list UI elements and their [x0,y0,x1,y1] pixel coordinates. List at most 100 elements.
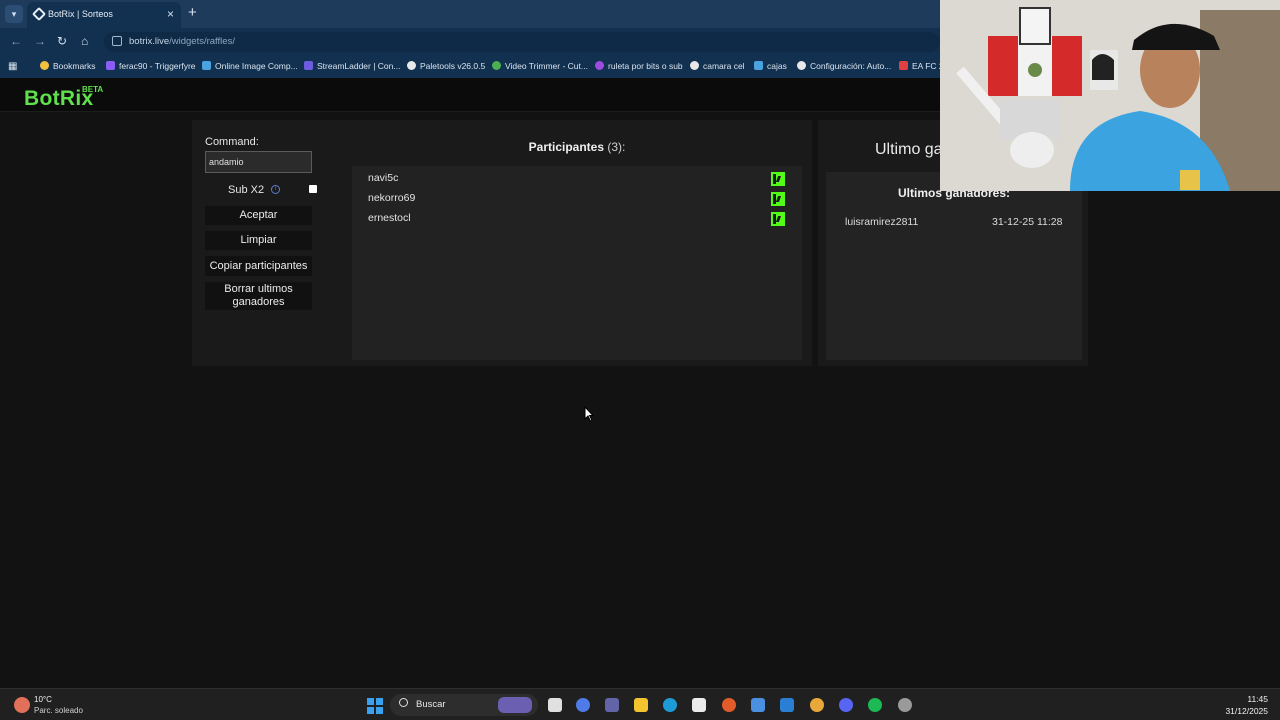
kick-icon [771,172,785,186]
bookmark-item[interactable]: Paletools v26.0.5 [407,61,485,71]
gear-icon [797,61,806,70]
webcam-overlay [940,0,1280,191]
copilot-icon[interactable] [576,698,590,712]
kick-icon [771,212,785,226]
mail-icon[interactable] [751,698,765,712]
video-icon [492,61,501,70]
delete-winners-button[interactable]: Borrar ultimos ganadores [205,282,312,310]
participant-name: nekorro69 [368,192,416,204]
globe-icon [407,61,416,70]
search-placeholder: Buscar [416,699,446,710]
taskbar-search[interactable]: Buscar [390,694,538,716]
site-info-icon[interactable] [112,36,122,46]
tab-close-icon[interactable]: × [167,7,174,21]
new-tab-button[interactable]: + [188,4,197,21]
store-icon[interactable] [692,698,706,712]
clock-date[interactable]: 31/12/2025 [1225,706,1268,716]
weather-icon[interactable] [14,697,30,713]
participants-count: (3): [607,140,626,154]
obs-icon[interactable] [898,698,912,712]
bookmark-label: Online Image Comp... [215,61,298,71]
browser-tab[interactable]: BotRix | Sorteos × [27,2,181,28]
weather-temperature[interactable]: 10°C [34,695,52,704]
box-icon [754,61,763,70]
search-icon [399,698,408,707]
url-text: botrix.live/widgets/raffles/ [129,36,235,47]
url-input[interactable]: botrix.live/widgets/raffles/ [104,32,940,52]
discord-icon[interactable] [839,698,853,712]
triggerfyre-icon [106,61,115,70]
list-item[interactable]: nekorro69 [352,188,802,208]
bookmark-item[interactable]: ruleta por bits o sub [595,61,683,71]
winner-name: luisramirez2811 [845,216,919,228]
participants-title: Participantes (3): [352,140,802,154]
webcam-image [940,0,1280,191]
bookmark-item[interactable]: EA FC 2 [899,61,944,71]
participant-name: ernestocl [368,212,411,224]
back-icon[interactable]: ← [10,34,22,48]
list-item[interactable]: navi5c [352,168,802,188]
botrix-favicon-icon [31,6,47,22]
teams-icon[interactable] [605,698,619,712]
bookmark-item[interactable]: Video Trimmer - Cut... [492,61,588,71]
bookmark-item[interactable]: StreamLadder | Con... [304,61,400,71]
winners-list [826,172,1082,360]
bookmark-item[interactable]: Bookmarks [40,61,96,71]
home-icon[interactable]: ⌂ [81,34,88,48]
bookmark-label: Paletools v26.0.5 [420,61,486,71]
bookmark-label: cajas [767,61,787,71]
file-explorer-icon[interactable] [634,698,648,712]
tab-search-button[interactable]: ▾ [5,5,23,23]
photos-icon[interactable] [780,698,794,712]
copy-participants-button[interactable]: Copiar participantes [205,256,312,276]
bookmark-label: EA FC 2 [912,61,944,71]
chrome-icon[interactable] [810,698,824,712]
participants-title-text: Participantes [528,140,605,154]
url-host: botrix.live [129,36,170,47]
mouse-cursor-icon [584,406,594,422]
tab-title: BotRix | Sorteos [48,9,113,19]
task-view-icon[interactable] [548,698,562,712]
participants-list: navi5c nekorro69 ernestocl [352,166,802,360]
bookmark-label: ferac90 - Triggerfyre [119,61,196,71]
bookmark-label: Video Trimmer - Cut... [505,61,588,71]
participant-name: navi5c [368,172,399,184]
bookmark-item[interactable]: ferac90 - Triggerfyre [106,61,196,71]
list-item[interactable]: ernestocl [352,208,802,228]
subx2-checkbox[interactable] [309,185,317,193]
last-winner-heading: Ultimo ga [875,141,943,158]
bookmark-item[interactable]: Online Image Comp... [202,61,298,71]
origin-icon[interactable] [722,698,736,712]
weather-description[interactable]: Parc. soleado [34,706,83,715]
command-input[interactable] [205,151,312,173]
globe-icon [690,61,699,70]
ea-icon [899,61,908,70]
edge-icon[interactable] [663,698,677,712]
spotify-icon[interactable] [868,698,882,712]
beta-badge: BETA [82,85,104,94]
winner-date: 31-12-25 11:28 [992,216,1063,228]
bookmark-item[interactable]: Configuración: Auto... [797,61,891,71]
accept-button[interactable]: Aceptar [205,206,312,225]
bookmark-label: ruleta por bits o sub [608,61,683,71]
bookmark-label: camara cel [703,61,745,71]
bookmark-label: Configuración: Auto... [810,61,892,71]
reload-icon[interactable]: ↻ [57,34,67,48]
windows-taskbar: 10°C Parc. soleado Buscar 11:45 31/12/20… [0,688,1280,720]
bookmark-label: StreamLadder | Con... [317,61,401,71]
apps-grid-icon[interactable]: ▦ [8,61,17,72]
star-icon [40,61,49,70]
bookmark-item[interactable]: cajas [754,61,787,71]
command-label: Command: [205,136,259,148]
bookmark-item[interactable]: camara cel [690,61,745,71]
streamladder-icon [304,61,313,70]
windows-start-icon[interactable] [367,698,383,714]
info-icon[interactable]: i [271,185,280,194]
forward-icon[interactable]: → [34,34,46,48]
url-path: /widgets/raffles/ [169,36,235,47]
kick-icon [771,192,785,206]
clear-button[interactable]: Limpiar [205,231,312,250]
subx2-label: Sub X2 [228,184,265,196]
wheel-icon [595,61,604,70]
clock-time[interactable]: 11:45 [1247,694,1268,704]
